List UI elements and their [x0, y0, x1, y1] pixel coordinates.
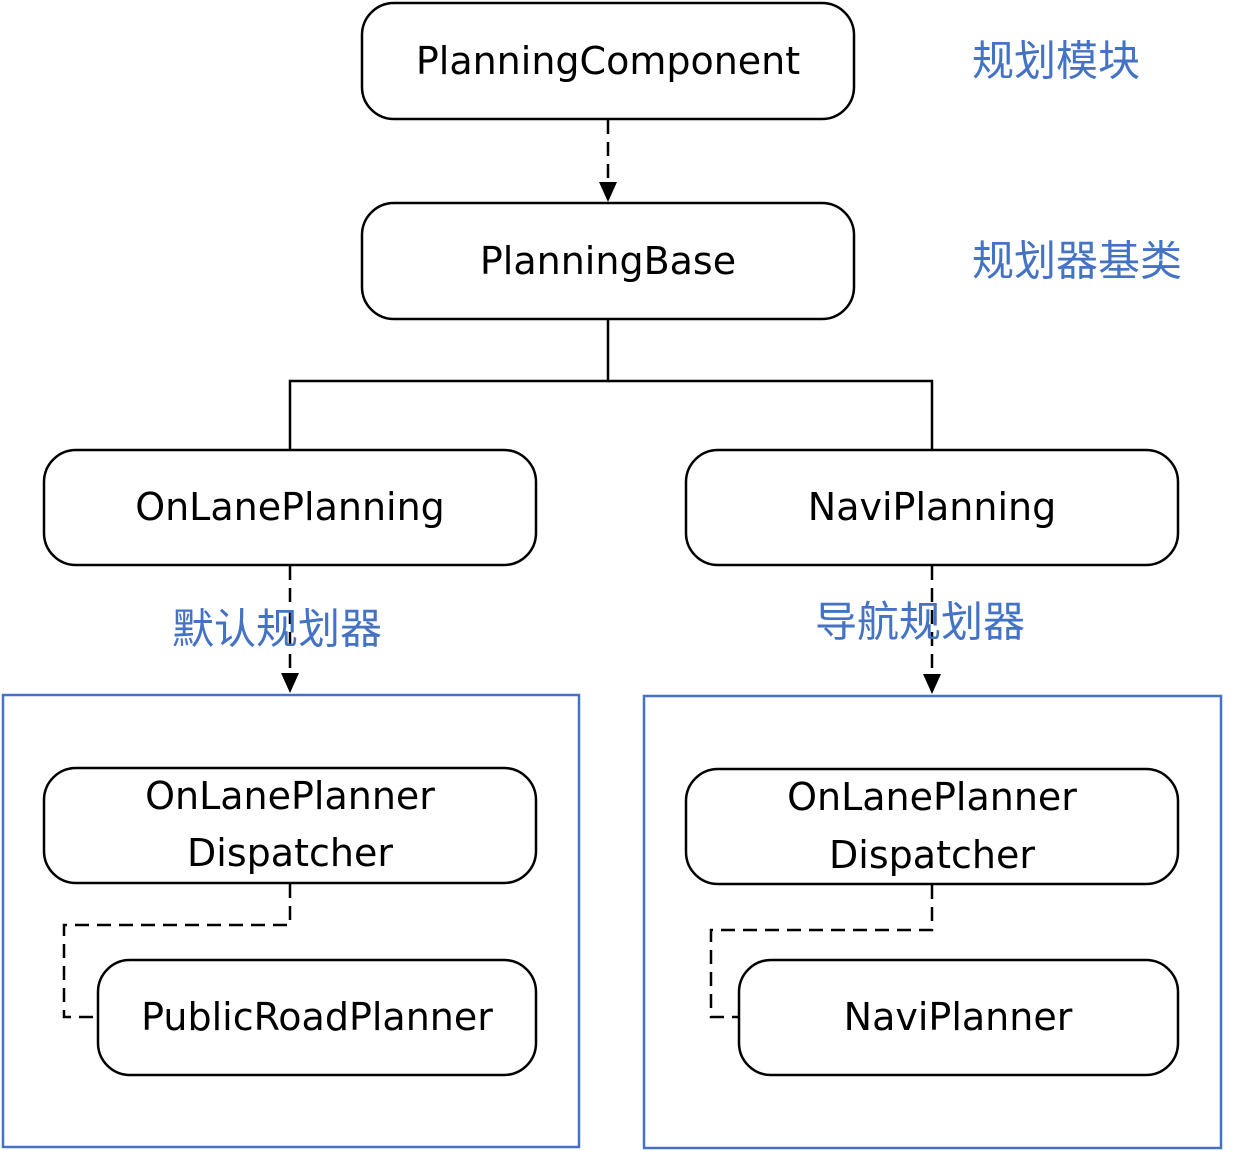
base-to-navi-connector	[608, 379, 934, 450]
default-planner-annotation: 默认规划器	[172, 605, 382, 654]
planner-base-class-annotation: 规划器基类	[972, 237, 1182, 286]
navigation-planner-annotation: 导航规划器	[815, 598, 1025, 647]
left-dispatcher-label-line2: Dispatcher	[187, 831, 393, 875]
navi-planning-label: NaviPlanning	[808, 485, 1056, 529]
left-dispatcher-label-line1: OnLanePlanner	[145, 774, 435, 818]
on-lane-planning-label: OnLanePlanning	[135, 485, 445, 529]
navi-to-group-arrowhead	[923, 674, 941, 694]
planning-base-label: PlanningBase	[480, 239, 736, 283]
navi-planner-label: NaviPlanner	[844, 995, 1073, 1039]
public-road-planner-label: PublicRoadPlanner	[141, 995, 493, 1039]
default-planner-group	[1, 693, 581, 1149]
right-dispatcher-label-line1: OnLanePlanner	[787, 775, 1077, 819]
base-to-onlane-connector	[288, 320, 610, 450]
architecture-diagram: PlanningComponent PlanningBase OnLanePla…	[1, 1, 1223, 1150]
planning-component-label: PlanningComponent	[416, 39, 800, 83]
planning-module-annotation: 规划模块	[972, 37, 1140, 86]
component-to-base-arrowhead	[599, 182, 617, 202]
navigation-planner-group	[642, 694, 1223, 1150]
right-dispatcher-label-line2: Dispatcher	[829, 833, 1035, 877]
onlane-to-group-arrowhead	[281, 673, 299, 693]
